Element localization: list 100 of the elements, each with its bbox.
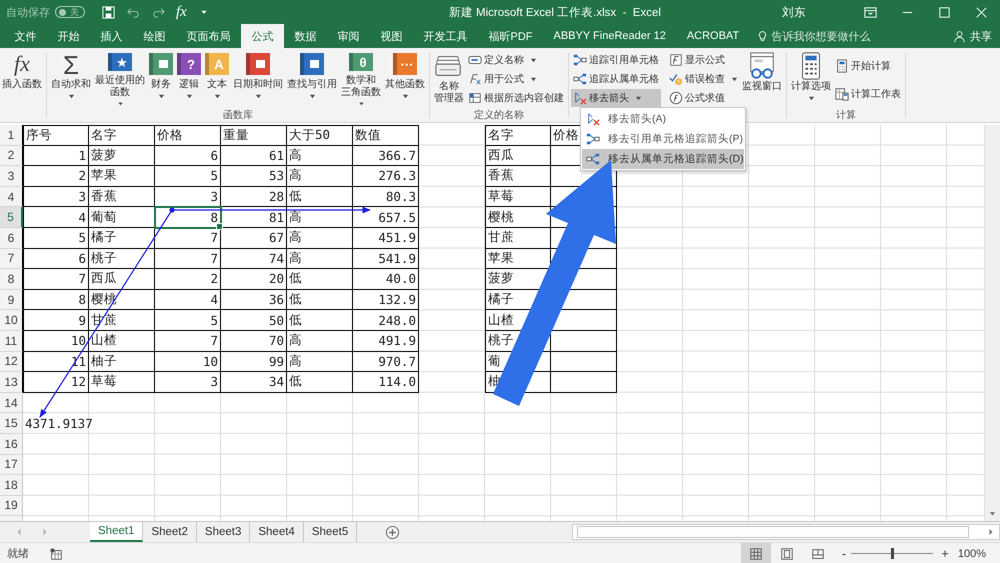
ribbon-button[interactable]: 计算工作表	[833, 85, 903, 103]
header-cell: 名字	[485, 125, 551, 146]
caret-icon	[116, 101, 124, 107]
maximize-icon[interactable]	[937, 4, 952, 20]
trace-arrows-icon	[586, 132, 600, 146]
ribbon-button[interactable]: 追踪从属单元格	[571, 70, 661, 88]
row-header[interactable]: 3	[0, 166, 23, 187]
ribbon-tab[interactable]: 开发工具	[413, 24, 478, 48]
ribbon-tab[interactable]: 页面布局	[176, 24, 241, 48]
function-icon: fx	[14, 51, 30, 79]
row-header[interactable]: 5	[0, 207, 23, 228]
zoom-in-button[interactable]: +	[941, 546, 949, 561]
function-category-button[interactable]: θ 数学和 三角函数	[339, 51, 383, 107]
row-header[interactable]: 2	[0, 146, 23, 166]
ribbon-tab[interactable]: ACROBAT	[676, 24, 750, 48]
table-cell: 草莓	[89, 372, 155, 393]
function-category-button[interactable]: ? 逻辑	[175, 51, 203, 107]
ribbon-tab[interactable]: 开始	[47, 24, 90, 48]
ribbon-button[interactable]: 根据所选内容创建	[466, 89, 566, 107]
row-header[interactable]: 4	[0, 186, 23, 208]
table-cell: 苹果	[485, 248, 551, 270]
ribbon-tab[interactable]: 插入	[90, 24, 133, 48]
tell-me-search[interactable]: 告诉我你想要做什么	[772, 28, 953, 44]
table-cell: 10	[155, 352, 221, 372]
table-cell: 366.7	[353, 146, 419, 166]
caret-icon	[186, 93, 192, 100]
function-category-button[interactable]: 财务	[147, 51, 175, 107]
function-category-button[interactable]: 日期和时间	[231, 51, 285, 107]
zoom-slider-thumb[interactable]	[891, 548, 894, 559]
row-header[interactable]: 19	[0, 496, 23, 516]
user-name[interactable]: 刘东	[782, 4, 806, 20]
name-manager-button[interactable]: 名称 管理器	[432, 51, 466, 107]
table-cell: 12	[23, 372, 89, 393]
ribbon-tab[interactable]: 福昕PDF	[478, 24, 543, 48]
ribbon-button[interactable]: 用于公式	[466, 70, 566, 88]
ribbon-button[interactable]: 显示公式	[667, 51, 740, 69]
calculation-options-button[interactable]: 计算选项	[789, 51, 833, 107]
ribbon-tab[interactable]: ABBYY FineReader 12	[543, 24, 676, 48]
share-icon[interactable]	[953, 30, 966, 42]
table-cell: 葡萄	[89, 207, 155, 228]
ribbon-tab[interactable]: 文件	[4, 24, 47, 48]
trace-arrows-icon	[586, 152, 600, 166]
row-header[interactable]: 15	[0, 413, 23, 434]
menu-item[interactable]: 移去从属单元格追踪箭头(D)	[582, 149, 744, 169]
add-sheet-icon[interactable]	[385, 524, 400, 540]
function-category-button[interactable]: 查找与引用	[285, 51, 339, 107]
row-header[interactable]: 10	[0, 310, 23, 331]
ribbon-tab[interactable]: 公式	[241, 24, 284, 48]
row-header[interactable]: 8	[0, 269, 23, 290]
save-icon[interactable]	[101, 4, 116, 20]
ribbon-button[interactable]: 公式求值	[667, 89, 740, 107]
table-cell: 6	[155, 146, 221, 166]
table-cell: 7	[155, 248, 221, 270]
row-header[interactable]: 14	[0, 392, 23, 414]
calculator-icon	[835, 59, 849, 73]
ribbon-tab[interactable]: 视图	[370, 24, 413, 48]
header-cell: 数值	[353, 125, 419, 146]
row-header[interactable]: 17	[0, 454, 23, 476]
row-header[interactable]: 13	[0, 372, 23, 393]
row-header[interactable]: 16	[0, 434, 23, 454]
header-cell: 大于50	[287, 125, 353, 146]
ribbon-button[interactable]: 开始计算	[833, 57, 903, 75]
row-header[interactable]: 1	[0, 125, 23, 146]
row-header[interactable]: 18	[0, 475, 23, 496]
zoom-out-button[interactable]: -	[842, 546, 846, 561]
ribbon-button[interactable]: 错误检查	[667, 70, 740, 88]
function-category-button[interactable]: ··· 其他函数	[383, 51, 427, 107]
ribbon-button[interactable]: 移去箭头	[571, 89, 661, 107]
vertical-scrollbar[interactable]	[984, 125, 1000, 521]
window-title: 新建 Microsoft Excel 工作表.xlsx - Excel	[448, 5, 662, 20]
table-cell: 5	[23, 228, 89, 249]
insert-function-button[interactable]: fx 插入函数	[0, 51, 44, 107]
insert-function-button[interactable]: fx	[176, 4, 187, 20]
function-category-button[interactable]: ★ 最近使用的 函数	[93, 51, 147, 107]
function-category-button[interactable]: Σ 自动求和	[49, 51, 93, 107]
ribbon-tab[interactable]: 绘图	[133, 24, 176, 48]
ribbon-tab[interactable]: 审阅	[327, 24, 370, 48]
table-cell: 西瓜	[89, 269, 155, 290]
row-header[interactable]: 11	[0, 330, 23, 352]
macro-record-icon[interactable]	[49, 546, 63, 560]
table-cell: 114.0	[353, 372, 419, 393]
row-header[interactable]: 6	[0, 228, 23, 249]
ribbon-display-icon[interactable]	[863, 4, 878, 20]
sheet-tab[interactable]: Sheet1	[90, 522, 144, 542]
share-link[interactable]: 共享	[970, 28, 992, 44]
row-header[interactable]: 12	[0, 352, 23, 372]
ribbon-button[interactable]: 追踪引用单元格	[571, 51, 661, 69]
table-cell: 67	[221, 228, 287, 249]
table-cell: 低	[287, 372, 353, 393]
ribbon-tab[interactable]: 数据	[284, 24, 327, 48]
horizontal-scrollbar[interactable]	[572, 524, 1000, 540]
ribbon-button[interactable]: 定义名称	[466, 51, 566, 69]
normal-view-button[interactable]	[740, 543, 771, 563]
table-cell: 橘子	[89, 228, 155, 249]
row-header[interactable]: 7	[0, 248, 23, 270]
trace-arrows-icon	[573, 72, 587, 86]
function-category-button[interactable]: A 文本	[203, 51, 231, 107]
watch-window-button[interactable]: 监视窗口	[740, 51, 784, 107]
close-icon[interactable]	[974, 4, 989, 20]
row-header[interactable]: 9	[0, 290, 23, 310]
